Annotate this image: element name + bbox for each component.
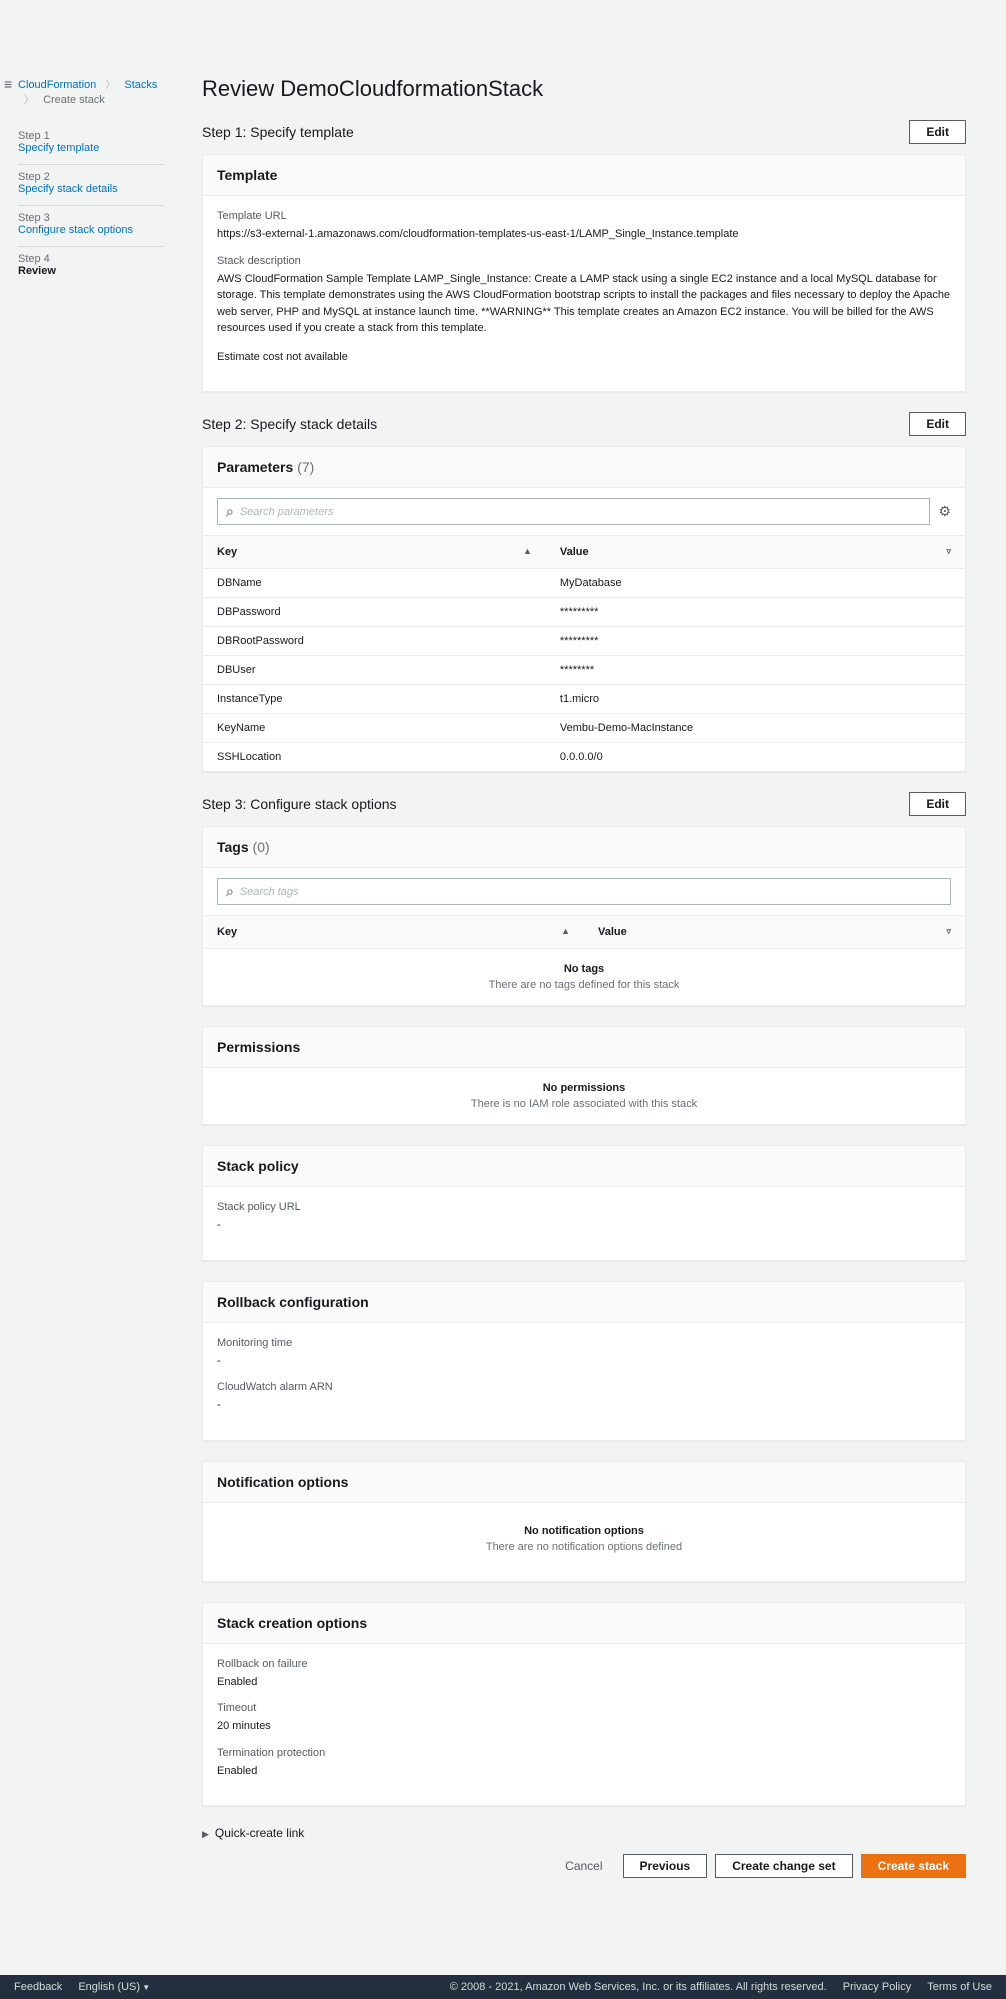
param-value: t1.micro (546, 685, 965, 714)
gear-icon[interactable]: ⚙ (938, 503, 951, 520)
table-row: DBUser******** (203, 656, 965, 685)
parameter-search-input[interactable] (240, 506, 922, 518)
language-selector[interactable]: English (US) (78, 1981, 150, 1993)
step1-edit-button[interactable]: Edit (909, 120, 966, 144)
sort-asc-icon[interactable]: ▲ (523, 546, 532, 556)
step2-heading: Step 2: Specify stack details (202, 416, 377, 432)
cancel-button[interactable]: Cancel (553, 1855, 614, 1877)
param-key: DBRootPassword (203, 627, 546, 656)
param-value: ******** (546, 656, 965, 685)
tags-search-input[interactable] (240, 886, 942, 898)
param-value: ********* (546, 627, 965, 656)
step-num: Step 1 (18, 130, 164, 142)
termination-protection-value: Enabled (217, 1763, 951, 1780)
permissions-title: Permissions (203, 1027, 965, 1068)
search-icon (226, 503, 234, 520)
param-key: DBPassword (203, 598, 546, 627)
create-stack-button[interactable]: Create stack (861, 1854, 966, 1878)
sort-asc-icon[interactable]: ▲ (561, 926, 570, 936)
terms-of-use-link[interactable]: Terms of Use (927, 1981, 992, 1993)
stack-description-label: Stack description (217, 255, 951, 267)
table-row: DBPassword********* (203, 598, 965, 627)
step3-edit-button[interactable]: Edit (909, 792, 966, 816)
param-key: KeyName (203, 714, 546, 743)
quick-create-link[interactable]: Quick-create link (202, 1826, 966, 1840)
stack-policy-title: Stack policy (203, 1146, 965, 1187)
no-permissions-title: No permissions (217, 1082, 951, 1094)
parameters-table: Key▲ Value▿ DBNameMyDatabaseDBPassword**… (203, 535, 965, 771)
breadcrumb-cloudformation[interactable]: CloudFormation (18, 79, 96, 91)
privacy-policy-link[interactable]: Privacy Policy (843, 1981, 911, 1993)
table-row: DBRootPassword********* (203, 627, 965, 656)
template-panel-title: Template (203, 155, 965, 196)
parameters-panel-title: Parameters (7) (203, 447, 965, 488)
sidebar-step-configure-options[interactable]: Configure stack options (18, 224, 164, 236)
breadcrumb-stacks[interactable]: Stacks (124, 79, 157, 91)
no-permissions-sub: There is no IAM role associated with thi… (217, 1098, 951, 1110)
step1-heading: Step 1: Specify template (202, 124, 354, 140)
footer: Feedback English (US) © 2008 - 2021, Ama… (0, 1975, 1006, 1999)
rollback-on-failure-value: Enabled (217, 1674, 951, 1691)
notification-options-title: Notification options (203, 1462, 965, 1503)
copyright: © 2008 - 2021, Amazon Web Services, Inc.… (450, 1981, 827, 1993)
step3-heading: Step 3: Configure stack options (202, 796, 397, 812)
sidebar-step-specify-template[interactable]: Specify template (18, 142, 164, 154)
template-url-label: Template URL (217, 210, 951, 222)
timeout-value: 20 minutes (217, 1718, 951, 1735)
sidebar-step-review: Review (18, 265, 164, 277)
termination-protection-label: Termination protection (217, 1747, 951, 1759)
param-key: SSHLocation (203, 743, 546, 772)
stack-policy-url-label: Stack policy URL (217, 1201, 951, 1213)
parameter-search[interactable] (217, 498, 930, 525)
rollback-config-title: Rollback configuration (203, 1282, 965, 1323)
feedback-link[interactable]: Feedback (14, 1981, 62, 1993)
step-num: Step 2 (18, 171, 164, 183)
param-value: 0.0.0.0/0 (546, 743, 965, 772)
stack-policy-url-value: - (217, 1217, 951, 1234)
hamburger-icon[interactable]: ≡ (4, 76, 12, 92)
table-row: InstanceTypet1.micro (203, 685, 965, 714)
step-num: Step 3 (18, 212, 164, 224)
estimate-cost: Estimate cost not available (217, 349, 951, 366)
no-tags-sub: There are no tags defined for this stack (217, 979, 951, 991)
breadcrumb: CloudFormation 〉 Stacks 〉 Create stack (18, 76, 164, 112)
search-icon (226, 883, 234, 900)
previous-button[interactable]: Previous (623, 1854, 708, 1878)
sort-icon[interactable]: ▿ (946, 926, 951, 937)
sort-icon[interactable]: ▿ (946, 546, 951, 557)
monitoring-time-value: - (217, 1353, 951, 1370)
timeout-label: Timeout (217, 1702, 951, 1714)
param-key: DBName (203, 569, 546, 598)
sidebar-step-specify-stack-details[interactable]: Specify stack details (18, 183, 164, 195)
template-url-value: https://s3-external-1.amazonaws.com/clou… (217, 226, 951, 243)
table-row: KeyNameVembu-Demo-MacInstance (203, 714, 965, 743)
no-notif-sub: There are no notification options define… (217, 1541, 951, 1553)
breadcrumb-current: Create stack (43, 94, 105, 106)
cloudwatch-arn-label: CloudWatch alarm ARN (217, 1381, 951, 1393)
page-title: Review DemoCloudformationStack (202, 76, 966, 102)
no-tags-title: No tags (217, 963, 951, 975)
cloudwatch-arn-value: - (217, 1397, 951, 1414)
param-value: Vembu-Demo-MacInstance (546, 714, 965, 743)
stack-description-value: AWS CloudFormation Sample Template LAMP_… (217, 271, 951, 337)
param-value: MyDatabase (546, 569, 965, 598)
stack-creation-options-title: Stack creation options (203, 1603, 965, 1644)
no-notif-title: No notification options (217, 1525, 951, 1537)
monitoring-time-label: Monitoring time (217, 1337, 951, 1349)
rollback-on-failure-label: Rollback on failure (217, 1658, 951, 1670)
table-row: SSHLocation0.0.0.0/0 (203, 743, 965, 772)
step-num: Step 4 (18, 253, 164, 265)
param-key: DBUser (203, 656, 546, 685)
tags-search[interactable] (217, 878, 951, 905)
param-value: ********* (546, 598, 965, 627)
step2-edit-button[interactable]: Edit (909, 412, 966, 436)
param-key: InstanceType (203, 685, 546, 714)
table-row: DBNameMyDatabase (203, 569, 965, 598)
create-change-set-button[interactable]: Create change set (715, 1854, 852, 1878)
